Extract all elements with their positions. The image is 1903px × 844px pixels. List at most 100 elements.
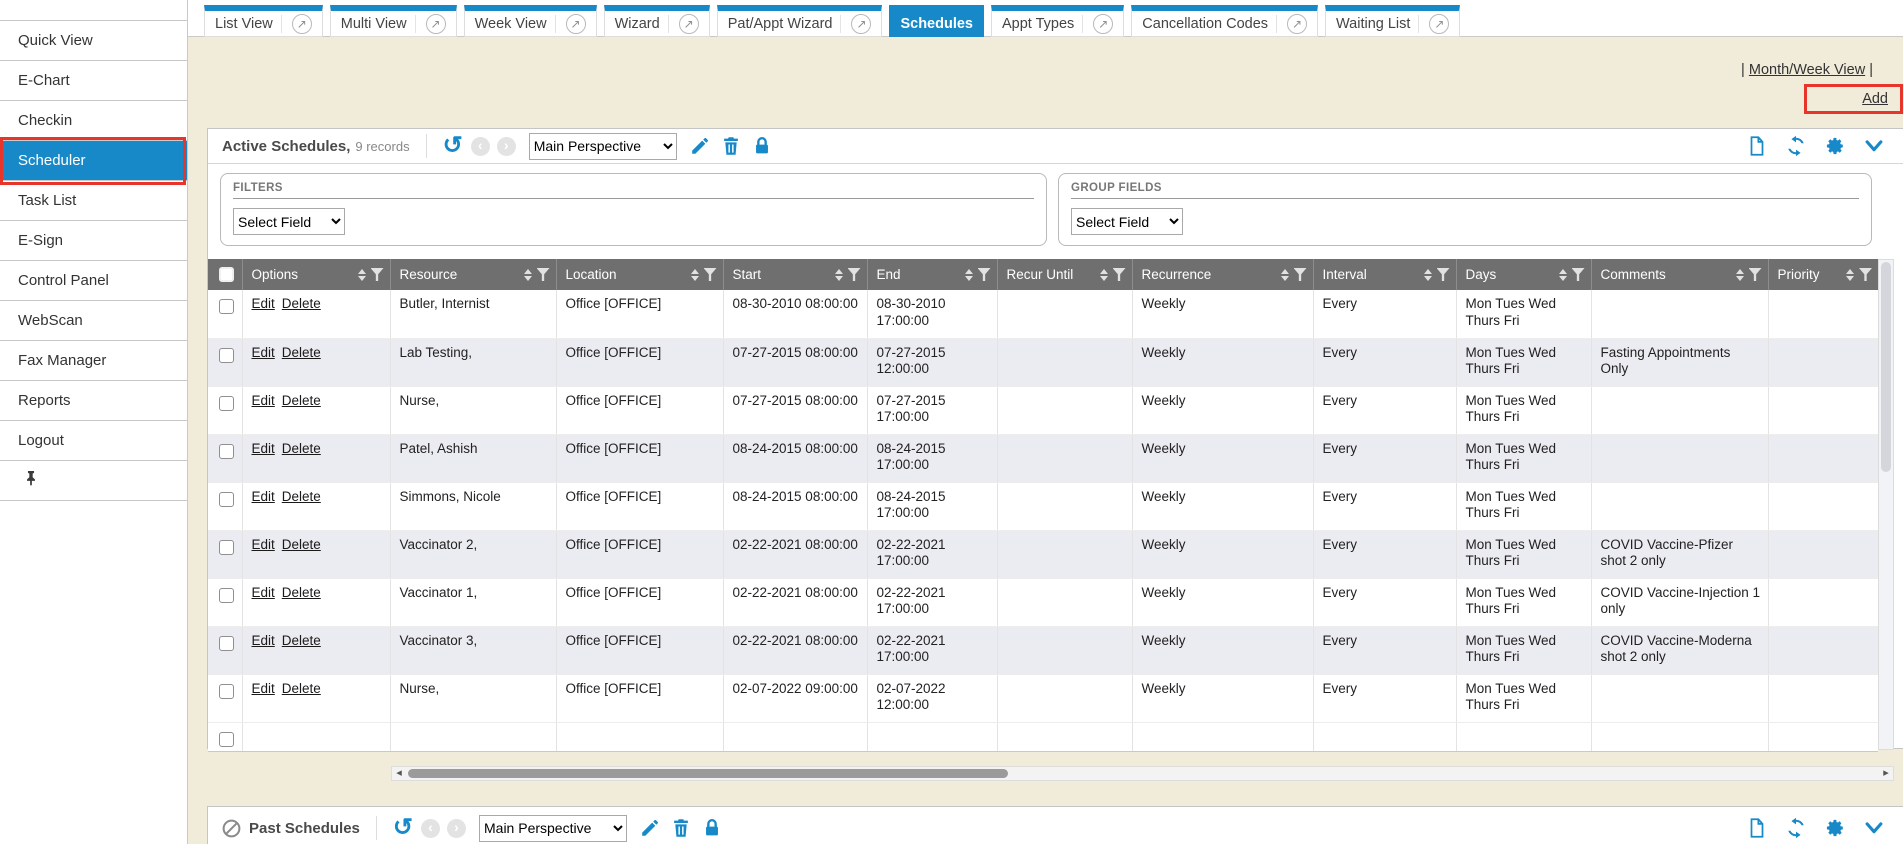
delete-link[interactable]: Delete	[282, 489, 321, 504]
refresh-icon[interactable]	[1785, 135, 1807, 157]
row-checkbox[interactable]	[219, 588, 234, 603]
gear-icon[interactable]	[1824, 135, 1846, 157]
sort-icon[interactable]	[835, 269, 843, 281]
row-checkbox[interactable]	[219, 636, 234, 651]
next-perspective-icon[interactable]: ›	[447, 819, 466, 838]
edit-perspective-icon[interactable]	[639, 817, 661, 839]
filter-funnel-icon[interactable]	[1294, 268, 1307, 281]
past-perspective-select[interactable]: Main Perspective	[479, 815, 627, 842]
filters-field-select[interactable]: Select Field	[233, 208, 345, 235]
month-week-view-link[interactable]: Month/Week View	[1749, 62, 1865, 78]
column-header-options[interactable]: Options	[242, 259, 390, 290]
delete-link[interactable]: Delete	[282, 633, 321, 648]
new-document-icon[interactable]	[1746, 135, 1768, 157]
sidebar-item-quick-view[interactable]: Quick View	[0, 21, 187, 61]
edit-link[interactable]: Edit	[252, 345, 275, 360]
sidebar-item-scheduler[interactable]: Scheduler	[0, 141, 187, 181]
column-header-location[interactable]: Location	[556, 259, 723, 290]
collapse-chevron-icon[interactable]	[1863, 817, 1885, 839]
column-header-start[interactable]: Start	[723, 259, 867, 290]
delete-perspective-icon[interactable]	[670, 817, 692, 839]
tab-cancellation-codes[interactable]: Cancellation Codes ↗	[1131, 5, 1318, 37]
delete-link[interactable]: Delete	[282, 393, 321, 408]
next-perspective-icon[interactable]: ›	[497, 137, 516, 156]
filter-funnel-icon[interactable]	[537, 268, 550, 281]
tab-schedules[interactable]: Schedules	[889, 5, 984, 37]
popout-icon[interactable]: ↗	[292, 14, 312, 34]
delete-link[interactable]: Delete	[282, 585, 321, 600]
filter-funnel-icon[interactable]	[371, 268, 384, 281]
scroll-left-arrow[interactable]: ◂	[392, 767, 406, 780]
undo-icon[interactable]: ↺	[443, 135, 463, 157]
filter-funnel-icon[interactable]	[1113, 268, 1126, 281]
sidebar-item-checkin[interactable]: Checkin	[0, 101, 187, 141]
gear-icon[interactable]	[1824, 817, 1846, 839]
edit-link[interactable]: Edit	[252, 633, 275, 648]
sidebar-item-e-chart[interactable]: E-Chart	[0, 61, 187, 101]
previous-perspective-icon[interactable]: ‹	[421, 819, 440, 838]
delete-link[interactable]: Delete	[282, 345, 321, 360]
lock-perspective-icon[interactable]	[701, 817, 723, 839]
select-all-checkbox[interactable]	[219, 267, 234, 282]
undo-icon[interactable]: ↺	[393, 817, 413, 839]
popout-icon[interactable]: ↗	[1093, 14, 1113, 34]
filter-funnel-icon[interactable]	[704, 268, 717, 281]
tab-pat-appt-wizard[interactable]: Pat/Appt Wizard ↗	[717, 5, 883, 37]
row-checkbox[interactable]	[219, 444, 234, 459]
filter-funnel-icon[interactable]	[1859, 268, 1872, 281]
sidebar-item-fax-manager[interactable]: Fax Manager	[0, 341, 187, 381]
vertical-scrollbar-thumb[interactable]	[1881, 262, 1891, 472]
sidebar-item-webscan[interactable]: WebScan	[0, 301, 187, 341]
lock-perspective-icon[interactable]	[751, 135, 773, 157]
delete-link[interactable]: Delete	[282, 537, 321, 552]
popout-icon[interactable]: ↗	[1429, 14, 1449, 34]
sort-icon[interactable]	[358, 269, 366, 281]
vertical-scrollbar[interactable]	[1878, 259, 1894, 750]
sort-icon[interactable]	[1281, 269, 1289, 281]
pushpin-icon[interactable]	[24, 470, 38, 491]
edit-link[interactable]: Edit	[252, 585, 275, 600]
sidebar-item-e-sign[interactable]: E-Sign	[0, 221, 187, 261]
column-header-comments[interactable]: Comments	[1591, 259, 1768, 290]
edit-link[interactable]: Edit	[252, 393, 275, 408]
column-header-priority[interactable]: Priority	[1768, 259, 1878, 290]
edit-link[interactable]: Edit	[252, 489, 275, 504]
tab-wizard[interactable]: Wizard ↗	[604, 5, 710, 37]
sidebar-item-control-panel[interactable]: Control Panel	[0, 261, 187, 301]
sort-icon[interactable]	[691, 269, 699, 281]
refresh-icon[interactable]	[1785, 817, 1807, 839]
select-all-header[interactable]	[208, 259, 242, 290]
row-checkbox[interactable]	[219, 396, 234, 411]
horizontal-scrollbar-thumb[interactable]	[408, 769, 1008, 778]
sort-icon[interactable]	[524, 269, 532, 281]
column-header-interval[interactable]: Interval	[1313, 259, 1456, 290]
filter-funnel-icon[interactable]	[848, 268, 861, 281]
sort-icon[interactable]	[965, 269, 973, 281]
tab-appt-types[interactable]: Appt Types ↗	[991, 5, 1124, 37]
row-checkbox[interactable]	[219, 684, 234, 699]
filter-funnel-icon[interactable]	[1749, 268, 1762, 281]
group-fields-select[interactable]: Select Field	[1071, 208, 1183, 235]
tab-waiting-list[interactable]: Waiting List ↗	[1325, 5, 1460, 37]
popout-icon[interactable]: ↗	[679, 14, 699, 34]
sort-icon[interactable]	[1100, 269, 1108, 281]
row-checkbox[interactable]	[219, 348, 234, 363]
collapse-chevron-icon[interactable]	[1863, 135, 1885, 157]
popout-icon[interactable]: ↗	[566, 14, 586, 34]
scroll-right-arrow[interactable]: ▸	[1879, 767, 1893, 780]
tab-list-view[interactable]: List View ↗	[204, 5, 323, 37]
sort-icon[interactable]	[1559, 269, 1567, 281]
popout-icon[interactable]: ↗	[851, 14, 871, 34]
filter-funnel-icon[interactable]	[978, 268, 991, 281]
sort-icon[interactable]	[1846, 269, 1854, 281]
perspective-select[interactable]: Main Perspective	[529, 133, 677, 160]
edit-link[interactable]: Edit	[252, 296, 275, 311]
column-header-resource[interactable]: Resource	[390, 259, 556, 290]
row-checkbox[interactable]	[219, 540, 234, 555]
tab-multi-view[interactable]: Multi View ↗	[330, 5, 457, 37]
row-checkbox[interactable]	[219, 732, 234, 747]
column-header-end[interactable]: End	[867, 259, 997, 290]
filter-funnel-icon[interactable]	[1437, 268, 1450, 281]
delete-link[interactable]: Delete	[282, 296, 321, 311]
edit-link[interactable]: Edit	[252, 681, 275, 696]
